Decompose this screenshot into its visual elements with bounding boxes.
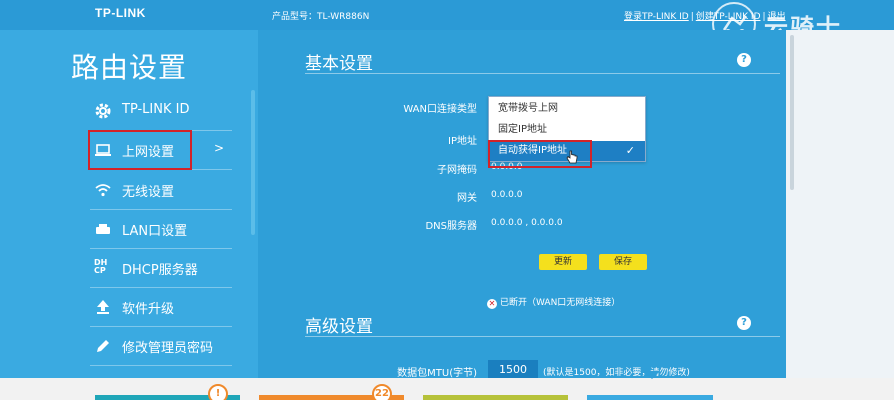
sidebar-item-label: TP-LINK ID — [122, 102, 190, 117]
sidebar-item-label: 无线设置 — [122, 185, 175, 200]
dhcp-icon: DH CP — [94, 259, 114, 277]
wifi-icon — [94, 181, 112, 199]
pointer-arrow — [644, 371, 660, 379]
divider — [305, 336, 780, 337]
divider — [305, 73, 780, 74]
sidebar-item-admin-password[interactable]: 修改管理员密码 — [90, 326, 232, 366]
status-text: 已断开（WAN口无网线连接） — [500, 298, 621, 308]
subnet-mask-label: 子网掩码 — [437, 165, 477, 176]
bottom-card-blue[interactable] — [587, 395, 713, 400]
disconnected-icon: ✕ — [487, 299, 497, 309]
upload-icon — [94, 298, 112, 316]
mtu-label: 数据包MTU(字节) — [397, 368, 477, 379]
save-button[interactable]: 保存 — [599, 254, 647, 270]
sidebar-item-tplink-id[interactable]: TP-LINK ID — [90, 91, 232, 131]
advanced-settings-title: 高级设置 — [305, 317, 373, 337]
pencil-icon — [94, 337, 112, 355]
sidebar-item-label: 上网设置 — [122, 145, 175, 160]
alert-badge: ! — [208, 384, 228, 400]
mtu-input[interactable]: 1500 — [488, 360, 538, 380]
sidebar-item-firmware[interactable]: 软件升级 — [90, 287, 232, 327]
sidebar-item-label: 修改管理员密码 — [122, 341, 214, 356]
right-panel — [786, 30, 894, 380]
gear-icon — [94, 102, 112, 120]
sidebar-item-wireless[interactable]: 无线设置 — [90, 170, 232, 210]
refresh-button[interactable]: 更新 — [539, 254, 587, 270]
sidebar-item-internet[interactable]: 上网设置 — [88, 130, 192, 170]
sidebar-item-label: 软件升级 — [122, 302, 175, 317]
sidebar-item-label: LAN口设置 — [122, 224, 188, 239]
laptop-icon — [94, 141, 112, 159]
dropdown-option-pppoe[interactable]: 宽带拨号上网 — [489, 99, 645, 119]
sidebar-scrollbar[interactable] — [251, 90, 255, 235]
main-content: 基本设置 ? WAN口连接类型 IP地址 子网掩码 0.0.0.0 网关 0.0… — [258, 30, 786, 380]
dhcp-icon-text: DH CP — [94, 258, 108, 275]
dns-value: 0.0.0.0 , 0.0.0.0 — [491, 218, 563, 228]
wan-type-label: WAN口连接类型 — [403, 104, 477, 115]
product-model: 产品型号：TL-WR886N — [272, 12, 370, 22]
sidebar-item-internet-chevron[interactable]: > — [192, 130, 232, 170]
sidebar-item-label: DHCP服务器 — [122, 263, 198, 278]
main-scrollbar[interactable] — [790, 35, 794, 190]
lan-icon — [94, 220, 112, 238]
dns-label: DNS服务器 — [425, 221, 477, 232]
mtu-hint: (默认是1500，如非必要，请勿修改) — [543, 368, 690, 378]
basic-settings-title: 基本设置 — [305, 54, 373, 74]
ip-address-label: IP地址 — [448, 136, 477, 147]
gateway-value: 0.0.0.0 — [491, 190, 523, 200]
sidebar-item-dhcp[interactable]: DH CP DHCP服务器 — [90, 248, 232, 288]
bottom-card-olive[interactable] — [423, 395, 568, 400]
tp-link-logo: TP-LINK — [95, 6, 146, 20]
count-badge: 22 — [372, 384, 392, 400]
login-tplink-id-link[interactable]: 登录TP-LINK ID — [624, 12, 689, 22]
dropdown-option-static-ip[interactable]: 固定IP地址 — [489, 120, 645, 140]
sidebar-title: 路由设置 — [70, 51, 187, 84]
separator: | — [690, 12, 694, 22]
help-icon[interactable]: ? — [737, 316, 751, 330]
connection-status: ✕ 已断开（WAN口无网线连接） — [487, 295, 620, 309]
chevron-right-icon: > — [213, 141, 224, 155]
hand-cursor-icon — [566, 149, 578, 164]
check-icon: ✓ — [625, 144, 635, 157]
gateway-label: 网关 — [457, 193, 477, 204]
sidebar-item-lan[interactable]: LAN口设置 — [90, 209, 232, 249]
help-icon[interactable]: ? — [737, 53, 751, 67]
